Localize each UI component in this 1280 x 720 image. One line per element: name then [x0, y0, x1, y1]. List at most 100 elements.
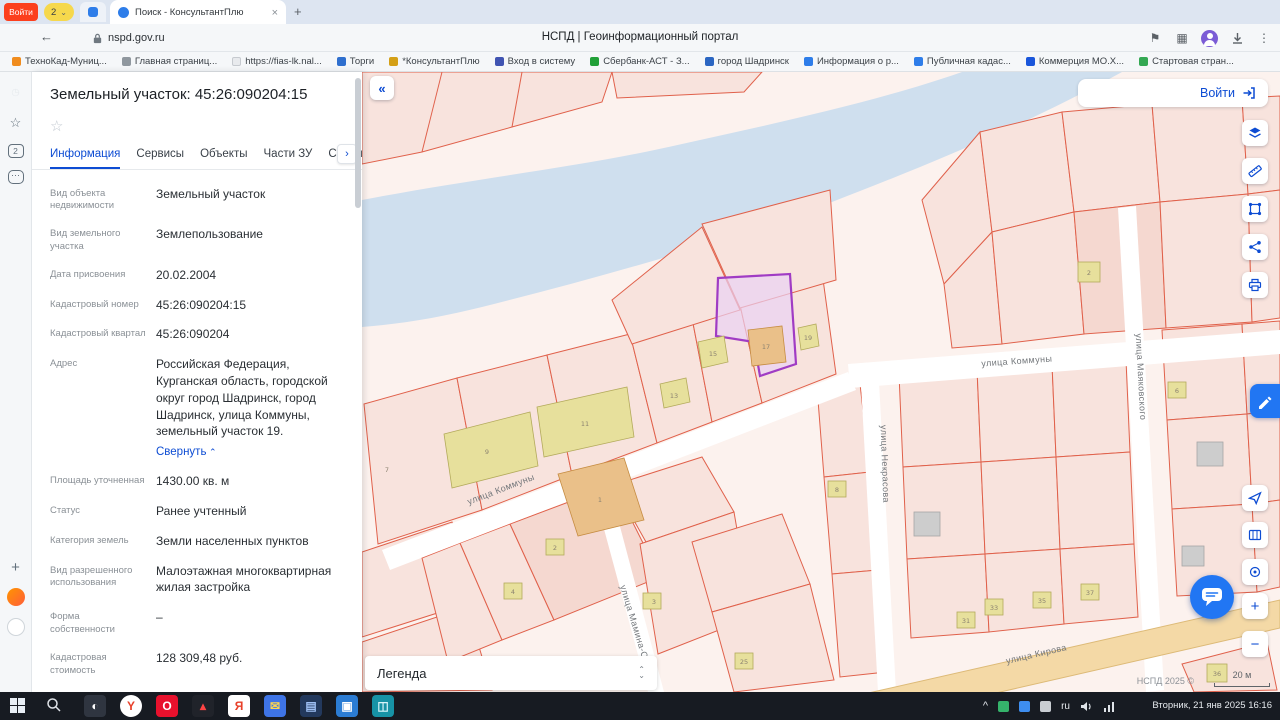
field-row: Вид земельного участкаЗемлепользование — [50, 226, 344, 254]
windows-taskbar: ◐ Y O ▴ Я ✉ ▤ ▣ ◫ ru Вторник, 21 янв 202… — [0, 692, 1280, 720]
panel-scrollbar[interactable] — [355, 78, 361, 686]
chat-support-button[interactable] — [1190, 575, 1234, 619]
svg-text:15: 15 — [709, 350, 717, 358]
screen: Войти 2 Поиск - КонсультантПлю nspd.gov.… — [0, 0, 1280, 720]
svg-text:37: 37 — [1086, 589, 1094, 597]
locate-button[interactable] — [1242, 485, 1268, 511]
bookmarks-icon[interactable] — [7, 114, 25, 132]
favicon — [804, 57, 813, 66]
bookmark-item[interactable]: https://fias-lk.nal... — [232, 56, 322, 67]
network-icon[interactable] — [1103, 701, 1116, 712]
profile-avatar[interactable] — [1201, 30, 1218, 47]
collections-grid-icon[interactable] — [1174, 30, 1190, 46]
tab-group-count: 2 — [51, 7, 56, 18]
app-icon[interactable]: ▴ — [192, 695, 214, 717]
favicon — [232, 57, 241, 66]
tab-objects[interactable]: Объекты — [200, 148, 247, 169]
bookmarks-bar: ТехноКад-Муниц... Главная страниц... htt… — [0, 52, 1280, 72]
tab-parts[interactable]: Части ЗУ — [264, 148, 313, 169]
language-indicator[interactable]: ru — [1061, 701, 1070, 712]
tab-group-chip[interactable]: 2 — [44, 3, 74, 21]
bookmark-item[interactable]: Коммерция МО.Х... — [1026, 56, 1124, 67]
scrollbar-thumb[interactable] — [355, 78, 361, 208]
mail-icon[interactable]: ✉ — [264, 695, 286, 717]
weather-widget-icon[interactable] — [7, 588, 25, 606]
url-chip[interactable]: nspd.gov.ru — [92, 28, 165, 48]
taskbar-search-button[interactable] — [46, 697, 62, 718]
tabs-overflow-arrow[interactable]: › — [337, 144, 357, 164]
field-row: Вид разрешенного использованияМалоэтажна… — [50, 563, 344, 597]
app-icon[interactable]: ◫ — [372, 695, 394, 717]
svg-text:9: 9 — [485, 448, 489, 456]
history-icon[interactable] — [0, 84, 89, 102]
taskbar-apps: ◐ Y O ▴ Я ✉ ▤ ▣ ◫ — [84, 695, 394, 717]
collapse-address-link[interactable]: Свернуть — [156, 444, 216, 460]
tabs-panel-button[interactable]: 2 — [8, 144, 24, 158]
add-panel-icon[interactable] — [7, 558, 25, 576]
svg-text:17: 17 — [762, 343, 770, 351]
measure-area-button[interactable] — [1242, 196, 1268, 222]
bookmark-item[interactable]: Торги — [337, 56, 374, 67]
chat-bubble-icon — [1201, 587, 1223, 607]
active-browser-tab[interactable]: Поиск - КонсультантПлю — [110, 0, 286, 24]
pinned-tab-favicon — [88, 7, 98, 17]
svg-text:25: 25 — [740, 658, 748, 666]
zoom-out-button[interactable]: − — [1242, 631, 1268, 657]
tray-expand-icon[interactable] — [983, 700, 988, 712]
app-icon[interactable]: ◐ — [84, 695, 106, 717]
print-button[interactable] — [1242, 272, 1268, 298]
app-icon[interactable]: ▤ — [300, 695, 322, 717]
tab-information[interactable]: Информация — [50, 148, 120, 169]
bookmark-item[interactable]: Публичная кадас... — [914, 56, 1011, 67]
bookmark-item[interactable]: Главная страниц... — [122, 56, 217, 67]
pinned-tab[interactable] — [80, 2, 106, 22]
start-button[interactable] — [10, 698, 25, 718]
legend-bar[interactable]: Легенда — [365, 656, 657, 690]
back-button[interactable] — [40, 29, 58, 47]
search-coordinates-button[interactable] — [1242, 559, 1268, 585]
download-icon[interactable] — [1229, 30, 1245, 46]
yandex-browser-icon[interactable]: Y — [120, 695, 142, 717]
tray-icon[interactable] — [1040, 701, 1051, 712]
pencil-map-icon — [1257, 393, 1273, 409]
favorite-star-icon[interactable] — [50, 117, 66, 135]
chevron-down-icon — [60, 7, 67, 18]
panel-collapse-button[interactable]: « — [370, 76, 394, 100]
ruler-icon — [1248, 164, 1262, 178]
tray-icon[interactable] — [998, 701, 1009, 712]
bookmark-item[interactable]: Сбербанк-АСТ - З... — [590, 56, 689, 67]
bookmark-item[interactable]: *КонсультантПлю — [389, 56, 479, 67]
bookmark-item[interactable]: Информация о р... — [804, 56, 899, 67]
tab-services[interactable]: Сервисы — [136, 148, 184, 169]
tray-icon[interactable] — [1019, 701, 1030, 712]
menu-dots-icon[interactable] — [1256, 30, 1272, 46]
browser-sync-login-button[interactable]: Войти — [4, 3, 38, 21]
share-button[interactable] — [1242, 234, 1268, 260]
svg-text:31: 31 — [962, 617, 970, 625]
assistant-icon[interactable] — [7, 618, 25, 636]
field-row: Категория земельЗемли населенных пунктов — [50, 533, 344, 550]
volume-icon[interactable] — [1080, 701, 1093, 712]
messenger-icon[interactable] — [8, 170, 24, 184]
tab-close-icon[interactable] — [272, 3, 278, 21]
minus-icon: − — [1251, 637, 1260, 652]
portal-login-button[interactable]: Войти — [1078, 79, 1268, 107]
cadastral-map[interactable]: 7 9 11 13 15 17 19 2 1 2 4 3 25 8 31 33 … — [362, 72, 1280, 692]
basemap-button[interactable] — [1242, 522, 1268, 548]
bookmark-item[interactable]: Стартовая стран... — [1139, 56, 1234, 67]
new-tab-button[interactable] — [294, 3, 302, 21]
bookmark-item[interactable]: ТехноКад-Муниц... — [12, 56, 107, 67]
legend-collapse-icon[interactable] — [638, 667, 645, 679]
bookmark-flag-icon[interactable] — [1147, 30, 1163, 46]
bookmark-item[interactable]: Вход в систему — [495, 56, 576, 67]
yandex-search-icon[interactable]: Я — [228, 695, 250, 717]
zoom-in-button[interactable]: + — [1242, 593, 1268, 619]
taskbar-clock[interactable]: Вторник, 21 янв 2025 16:16 — [1126, 701, 1272, 711]
layers-button[interactable] — [1242, 120, 1268, 146]
draw-tools-button[interactable] — [1250, 384, 1280, 418]
app-icon[interactable]: ▣ — [336, 695, 358, 717]
opera-icon[interactable]: O — [156, 695, 178, 717]
bookmark-item[interactable]: город Шадринск — [705, 56, 789, 67]
ruler-button[interactable] — [1242, 158, 1268, 184]
field-row: Кадастровая стоимость128 309,48 руб. — [50, 650, 344, 678]
